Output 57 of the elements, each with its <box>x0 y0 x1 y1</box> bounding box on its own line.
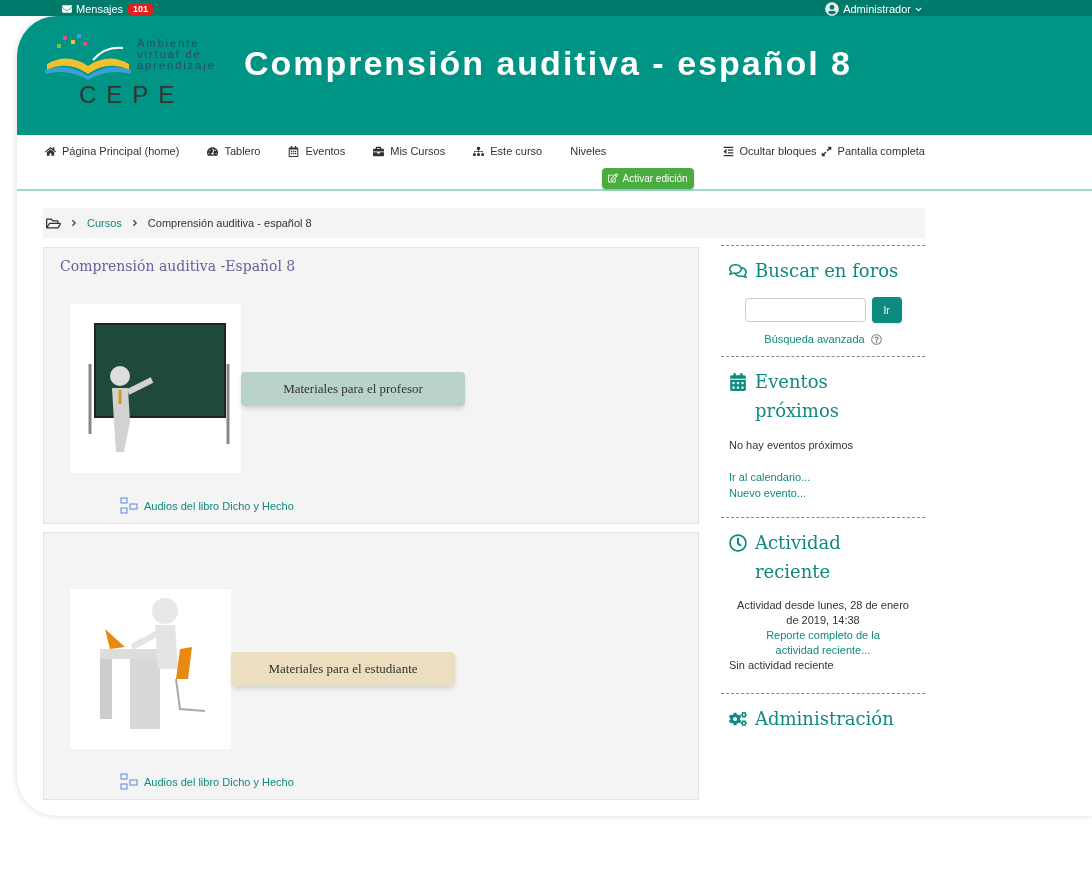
block-title: Administración <box>755 707 894 731</box>
full-report-link[interactable]: Reporte completo de la actividad reciente... <box>729 628 917 658</box>
nav-link[interactable]: Pantalla completa <box>820 143 925 160</box>
nav-link[interactable]: Ocultar bloques <box>722 143 817 160</box>
page-tree-icon <box>120 773 138 791</box>
logo-acronym: CEPE <box>79 82 186 108</box>
logo-text: Ambiente <box>137 38 201 49</box>
nav-link[interactable]: Página Principal (home) <box>45 143 180 160</box>
user-menu[interactable]: Administrador <box>843 1 911 18</box>
logo-text: aprendizaje <box>137 60 216 71</box>
go-button[interactable]: Ir <box>871 297 902 323</box>
book-logo-icon <box>43 34 133 82</box>
logo-text: virtual de <box>137 49 203 60</box>
block-title: Eventos próximos <box>755 369 840 423</box>
nav-link[interactable]: Eventos <box>288 143 346 160</box>
resource-link[interactable]: Audios del libro Dicho y Hecho <box>144 773 294 791</box>
avatar-icon <box>825 2 840 17</box>
clock-icon <box>729 534 747 552</box>
home-icon <box>45 145 56 157</box>
advanced-search-link[interactable]: Búsqueda avanzada <box>764 331 865 348</box>
nav-link[interactable]: Niveles <box>570 143 607 160</box>
no-activity-text: Sin actividad reciente <box>729 658 835 673</box>
breadcrumb-link[interactable]: Cursos <box>87 214 122 232</box>
chevron-down-icon <box>915 5 922 13</box>
chevron-right-icon <box>69 218 79 228</box>
briefcase-icon <box>373 145 385 157</box>
envelope-icon <box>62 4 72 15</box>
nav-link[interactable]: Este curso <box>473 143 543 160</box>
section-title: Comprensión auditiva -Español 8 <box>60 256 296 276</box>
expand-icon <box>820 145 832 157</box>
activity-since-text: Actividad desde lunes, 28 de enero de 2019, 14:38 <box>736 598 910 628</box>
page-tree-icon <box>120 497 138 515</box>
nav-link[interactable]: Mis Cursos <box>373 143 446 160</box>
course-title: Comprensión auditiva - español 8 <box>243 43 852 84</box>
block-title: Actividad reciente <box>755 531 842 584</box>
nav-link[interactable]: Tablero <box>207 143 261 160</box>
comments-icon <box>729 262 747 280</box>
help-icon <box>870 333 882 345</box>
calendar-icon <box>288 145 300 157</box>
search-field[interactable] <box>744 298 866 322</box>
resource-link[interactable]: Audios del libro Dicho y Hecho <box>144 497 294 515</box>
enable-editing-button[interactable]: Activar edición <box>602 167 694 189</box>
calendar-icon <box>729 372 747 391</box>
sitemap-icon <box>473 145 485 157</box>
messages-link[interactable]: Mensajes <box>76 1 124 18</box>
messages-count-badge: 101 <box>127 2 155 16</box>
gauge-icon <box>207 145 219 157</box>
no-events-text: No hay eventos próximos <box>729 437 855 453</box>
event-link[interactable]: Ir al calendario... <box>729 469 917 485</box>
block-title: Buscar en foros <box>755 259 899 283</box>
event-link[interactable]: Nuevo evento... <box>729 485 917 501</box>
settings-icon <box>729 710 747 728</box>
breadcrumb-current: Comprensión auditiva - español 8 <box>147 215 312 231</box>
outdent-icon <box>722 145 734 157</box>
materials-banner-button[interactable]: Materiales para el estudiante <box>231 652 455 686</box>
edit-icon <box>608 173 619 183</box>
materials-banner-button[interactable]: Materiales para el profesor <box>241 371 465 406</box>
